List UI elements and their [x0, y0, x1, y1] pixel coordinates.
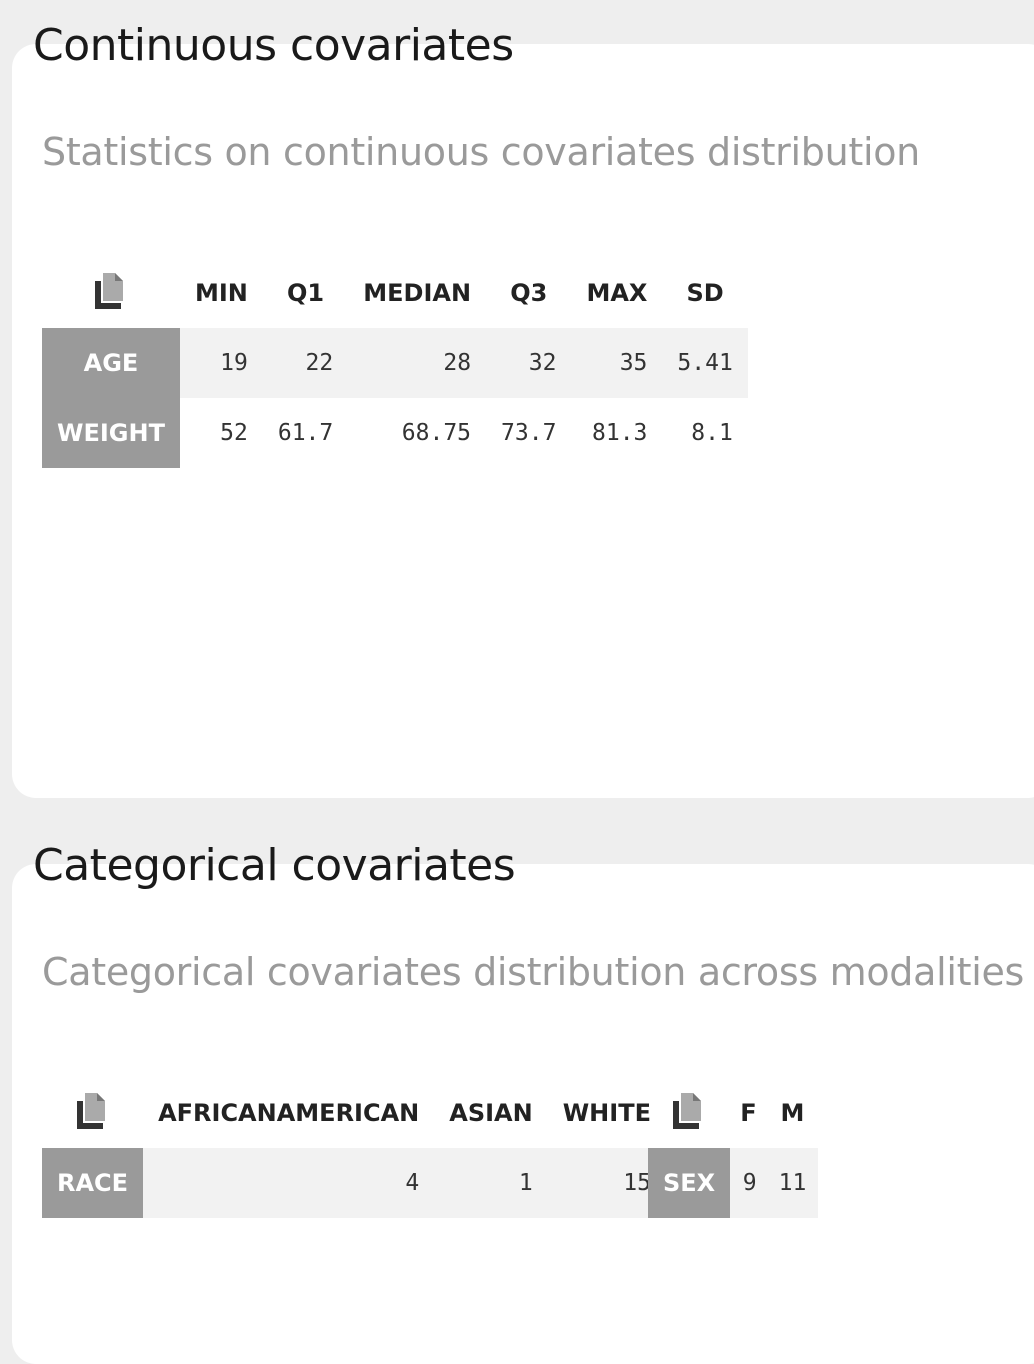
- continuous-stats-table: MIN Q1 MEDIAN Q3 MAX SD AGE 19 22 28 32 …: [42, 258, 748, 468]
- table-cell: 52: [220, 420, 248, 446]
- column-header-median: MEDIAN: [363, 279, 472, 307]
- column-header-africanamerican: AFRICANAMERICAN: [158, 1099, 420, 1127]
- table-header-row: AFRICANAMERICAN ASIAN WHITE: [42, 1078, 666, 1148]
- table-header-row: F M: [648, 1078, 818, 1148]
- row-header-age: AGE: [42, 328, 180, 398]
- section-subtitle: Statistics on continuous covariates dist…: [42, 130, 920, 174]
- copy-button[interactable]: [42, 258, 180, 328]
- column-header-f: F: [740, 1099, 757, 1127]
- column-header-max: MAX: [586, 279, 648, 307]
- table-cell: 11: [766, 1148, 819, 1218]
- table-row: RACE 4 1 15: [42, 1148, 666, 1218]
- table-cell: 61.7: [277, 420, 334, 446]
- column-header-asian: ASIAN: [449, 1099, 533, 1127]
- column-header-q1: Q1: [287, 279, 325, 307]
- column-header-sd: SD: [686, 279, 724, 307]
- table-cell: 73.7: [501, 420, 557, 446]
- table-cell: 4: [143, 1148, 435, 1218]
- table-cell: 68.75: [401, 420, 472, 446]
- table-cell: 5.41: [662, 328, 748, 398]
- table-row: SEX 9 11: [648, 1148, 819, 1218]
- section-subtitle: Categorical covariates distribution acro…: [42, 950, 1025, 994]
- column-header-q3: Q3: [510, 279, 548, 307]
- row-header-sex: SEX: [648, 1148, 731, 1218]
- section-title: Continuous covariates: [33, 20, 514, 71]
- table-cell: 22: [262, 328, 349, 398]
- table-cell: 9: [730, 1148, 767, 1218]
- column-header-m: M: [780, 1099, 805, 1127]
- copy-icon: [73, 1091, 113, 1131]
- table-cell: 81.3: [592, 420, 648, 446]
- row-header-race: RACE: [42, 1148, 144, 1218]
- row-header-weight: WEIGHT: [42, 398, 180, 468]
- copy-button[interactable]: [42, 1078, 143, 1148]
- section-title: Categorical covariates: [33, 840, 516, 891]
- continuous-covariates-section: Continuous covariates Statistics on cont…: [0, 0, 1034, 800]
- column-header-min: MIN: [194, 279, 248, 307]
- race-distribution-table: AFRICANAMERICAN ASIAN WHITE RACE 4 1 15: [42, 1078, 666, 1218]
- table-header-row: MIN Q1 MEDIAN Q3 MAX SD: [42, 258, 748, 328]
- table-cell: 1: [434, 1148, 548, 1218]
- copy-button[interactable]: [648, 1078, 730, 1148]
- copy-icon: [91, 271, 131, 311]
- table-cell: 28: [348, 328, 487, 398]
- table-cell: 19: [179, 328, 263, 398]
- table-cell: 35: [571, 328, 663, 398]
- table-cell: 8.1: [691, 420, 733, 446]
- sex-distribution-table: F M SEX 9 11: [648, 1078, 819, 1218]
- table-row: WEIGHT 52 61.7 68.75 73.7 81.3 8.1: [42, 398, 748, 468]
- table-row: AGE 19 22 28 32 35 5.41: [42, 328, 748, 398]
- categorical-covariates-section: Categorical covariates Categorical covar…: [0, 820, 1034, 1364]
- table-cell: 32: [486, 328, 572, 398]
- copy-icon: [669, 1091, 709, 1131]
